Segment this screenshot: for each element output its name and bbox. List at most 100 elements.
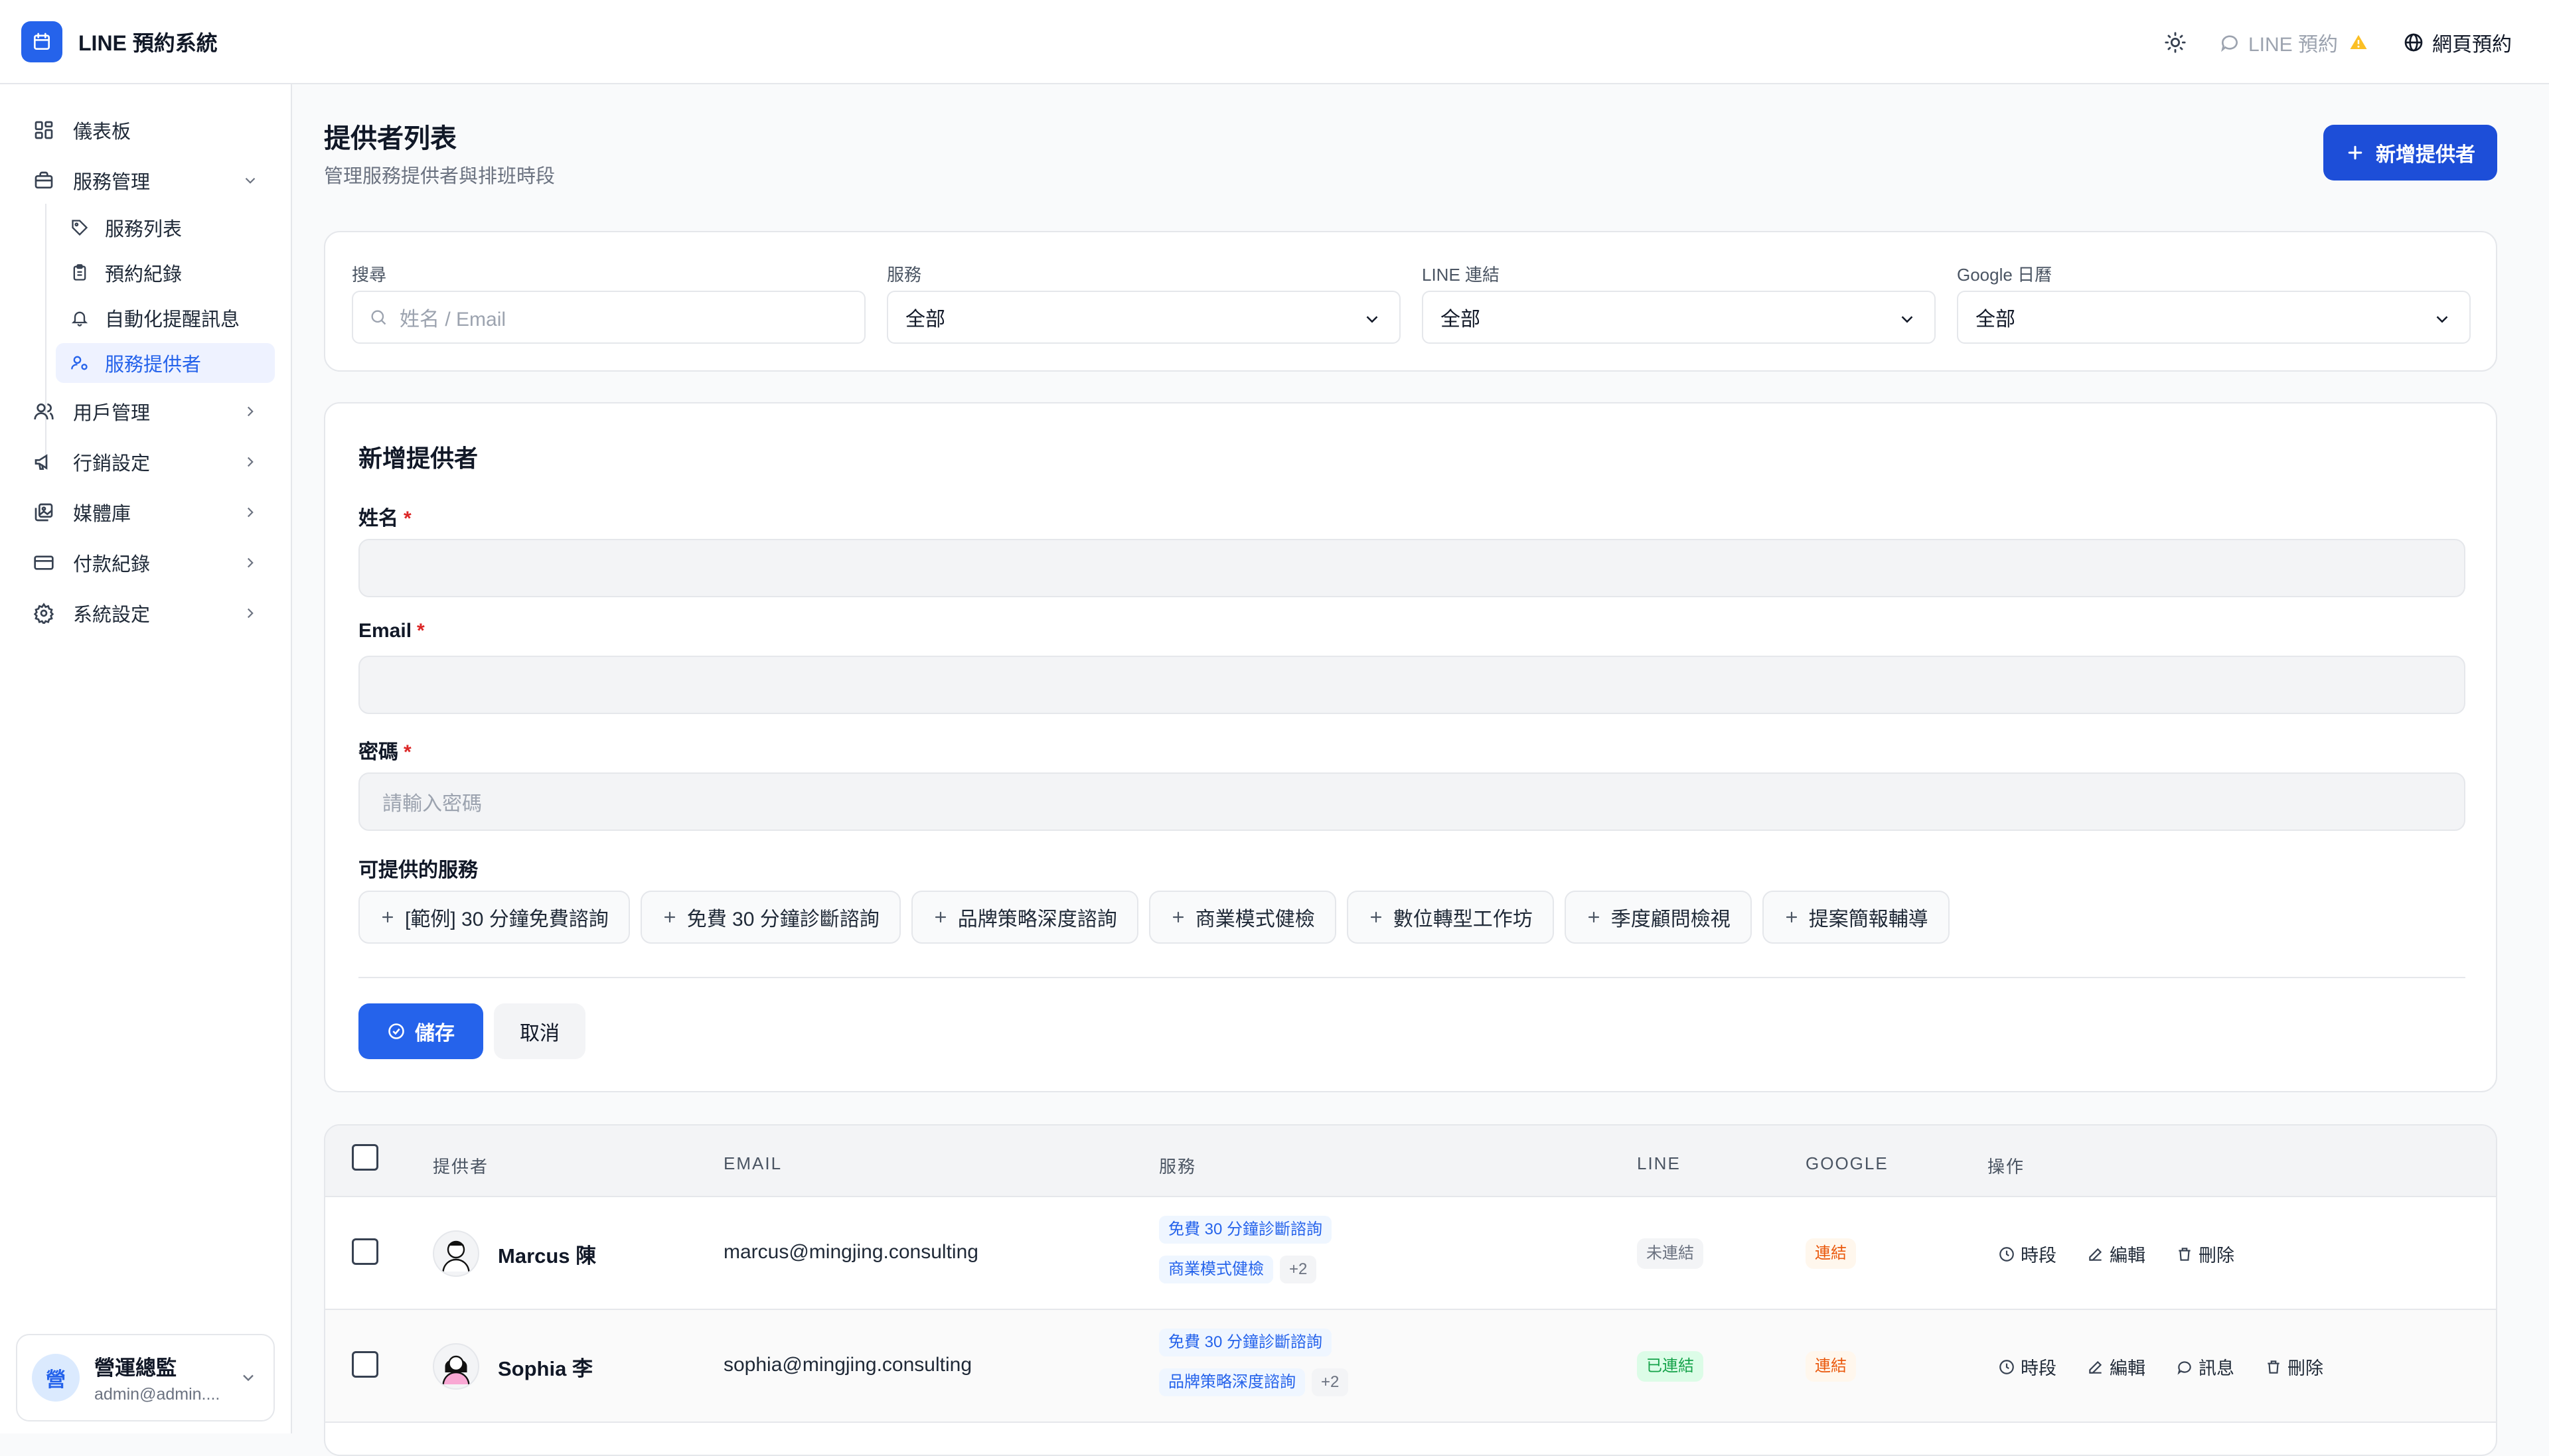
sidebar-item-payments[interactable]: 付款紀錄 [21,542,275,583]
service-chip[interactable]: 免費 30 分鐘診斷諮詢 [640,891,901,944]
delete-button[interactable]: 刪除 [2176,1241,2234,1267]
add-provider-label: 新增提供者 [2376,144,2475,166]
sidebar-item-system-settings[interactable]: 系統設定 [21,593,275,634]
sidebar-subitem-booking-records[interactable]: 預約紀錄 [56,253,275,293]
cancel-label: 取消 [520,1023,560,1045]
service-tag: 品牌策略深度諮詢 [1159,1368,1305,1396]
cancel-button[interactable]: 取消 [494,1003,585,1059]
clock-icon [1999,1359,2014,1374]
service-chip[interactable]: 品牌策略深度諮詢 [911,891,1138,944]
save-label: 儲存 [415,1023,455,1045]
column-header-email[interactable]: EMAIL [724,1153,782,1174]
row-checkbox[interactable] [352,1351,378,1378]
user-profile-card[interactable]: 營 營運總監 admin@admin.... [16,1334,275,1421]
user-email: admin@admin.... [94,1385,220,1404]
user-name: 營運總監 [94,1356,177,1380]
sidebar-subitem-service-list[interactable]: 服務列表 [56,208,275,248]
brand[interactable]: LINE 預約系統 [21,21,218,62]
column-header-provider[interactable]: 提供者 [433,1153,489,1178]
avatar: 營 [32,1354,80,1402]
save-button[interactable]: 儲存 [358,1003,483,1059]
sidebar-subitem-providers[interactable]: 服務提供者 [56,343,275,383]
email-field[interactable] [358,656,2465,714]
delete-label: 刪除 [2287,1358,2323,1378]
row-checkbox[interactable] [352,1238,378,1265]
name-field[interactable] [358,539,2465,597]
sidebar-item-label: 行銷設定 [73,453,151,474]
avatar [433,1343,479,1390]
sidebar-item-marketing[interactable]: 行銷設定 [21,441,275,482]
sidebar-item-dashboard[interactable]: 儀表板 [21,109,275,151]
sidebar-item-user-management[interactable]: 用戶管理 [21,391,275,432]
line-select[interactable]: 全部 [1422,291,1936,344]
more-services-badge: +2 [1312,1368,1349,1396]
sidebar-subitem-auto-reminder[interactable]: 自動化提醒訊息 [56,298,275,338]
chevron-down-icon [243,1374,254,1382]
filter-label: 搜尋 [352,265,387,285]
filter-label: LINE 連結 [1422,265,1500,285]
clipboard-icon [69,262,90,283]
add-provider-button[interactable]: 新增提供者 [2323,125,2497,181]
edit-button[interactable]: 編輯 [2087,1354,2145,1380]
page-title: 提供者列表 [324,124,457,153]
slots-label: 時段 [2021,1358,2056,1378]
message-button[interactable]: 訊息 [2176,1354,2234,1380]
line-status-badge: 未連結 [1637,1238,1703,1269]
select-all-checkbox[interactable] [352,1144,378,1171]
provider-email: sophia@mingjing.consulting [724,1354,972,1376]
plus-icon [1588,911,1599,923]
chat-bubble-icon [2177,1360,2191,1375]
google-status-badge: 連結 [1806,1351,1856,1382]
calendar-icon [21,21,62,62]
service-chip[interactable]: 提案簡報輔導 [1762,891,1950,944]
sidebar-item-label: 用戶管理 [73,403,151,424]
sidebar-subitem-label: 服務列表 [105,219,183,240]
web-booking-link[interactable]: 網頁預約 [2403,28,2512,57]
service-chip[interactable]: 季度顧問檢視 [1564,891,1752,944]
sidebar-item-media-library[interactable]: 媒體庫 [21,492,275,533]
column-header-services: 服務 [1159,1157,1197,1177]
gear-icon [32,601,56,625]
line-booking-label: LINE 預約 [2248,34,2338,56]
edit-button[interactable]: 編輯 [2087,1241,2145,1267]
plus-icon [935,911,946,923]
google-select-value: 全部 [1975,309,2015,330]
google-select[interactable]: 全部 [1957,291,2471,344]
provider-name: Marcus 陳 [498,1244,597,1268]
service-chip[interactable]: [範例] 30 分鐘免費諮詢 [358,891,630,944]
slots-button[interactable]: 時段 [1998,1241,2056,1267]
globe-icon [2404,33,2423,52]
theme-toggle-button[interactable] [2158,25,2193,60]
providers-table: 提供者 EMAIL 服務 LINE GOOGLE 操作 Marcus 陳 mar… [324,1124,2497,1456]
plus-icon [382,911,394,923]
table-row: Sophia 李 sophia@mingjing.consulting 免費 3… [325,1310,2496,1423]
column-header-google: GOOGLE [1806,1153,1889,1173]
slots-button[interactable]: 時段 [1998,1354,2056,1380]
plus-icon [2348,145,2362,160]
sidebar-item-service-management[interactable]: 服務管理 [21,160,275,201]
password-field[interactable]: 請輸入密碼 [358,772,2465,831]
service-chip[interactable]: 數位轉型工作坊 [1346,891,1554,944]
warning-icon [2350,35,2367,49]
filter-label: 服務 [887,265,922,285]
provider-cell: Sophia 李 [433,1343,593,1390]
line-booking-link[interactable]: LINE 預約 [2219,28,2368,57]
services-cell: 免費 30 分鐘診斷諮詢 商業模式健檢 +2 [1159,1216,1504,1295]
credit-card-icon [32,551,56,575]
search-input[interactable]: 姓名 / Email [352,291,866,344]
delete-button[interactable]: 刪除 [2265,1354,2323,1380]
service-chip[interactable]: 商業模式健檢 [1148,891,1336,944]
search-filter: 搜尋 姓名 / Email [352,261,866,344]
service-select[interactable]: 全部 [887,291,1401,344]
edit-label: 編輯 [2110,1246,2145,1266]
line-status-badge: 已連結 [1637,1351,1703,1382]
name-label-text: 姓名 [358,508,398,530]
service-tag: 免費 30 分鐘診斷諮詢 [1159,1329,1332,1356]
password-placeholder: 請輸入密碼 [382,793,482,815]
service-filter: 服務 全部 [887,261,1401,344]
sidebar-subitem-label: 自動化提醒訊息 [105,309,240,330]
sidebar-subitem-label: 預約紀錄 [105,264,183,285]
service-chip-label: 數位轉型工作坊 [1393,909,1533,930]
grid-icon [32,118,56,142]
email-label: Email * [358,620,425,642]
